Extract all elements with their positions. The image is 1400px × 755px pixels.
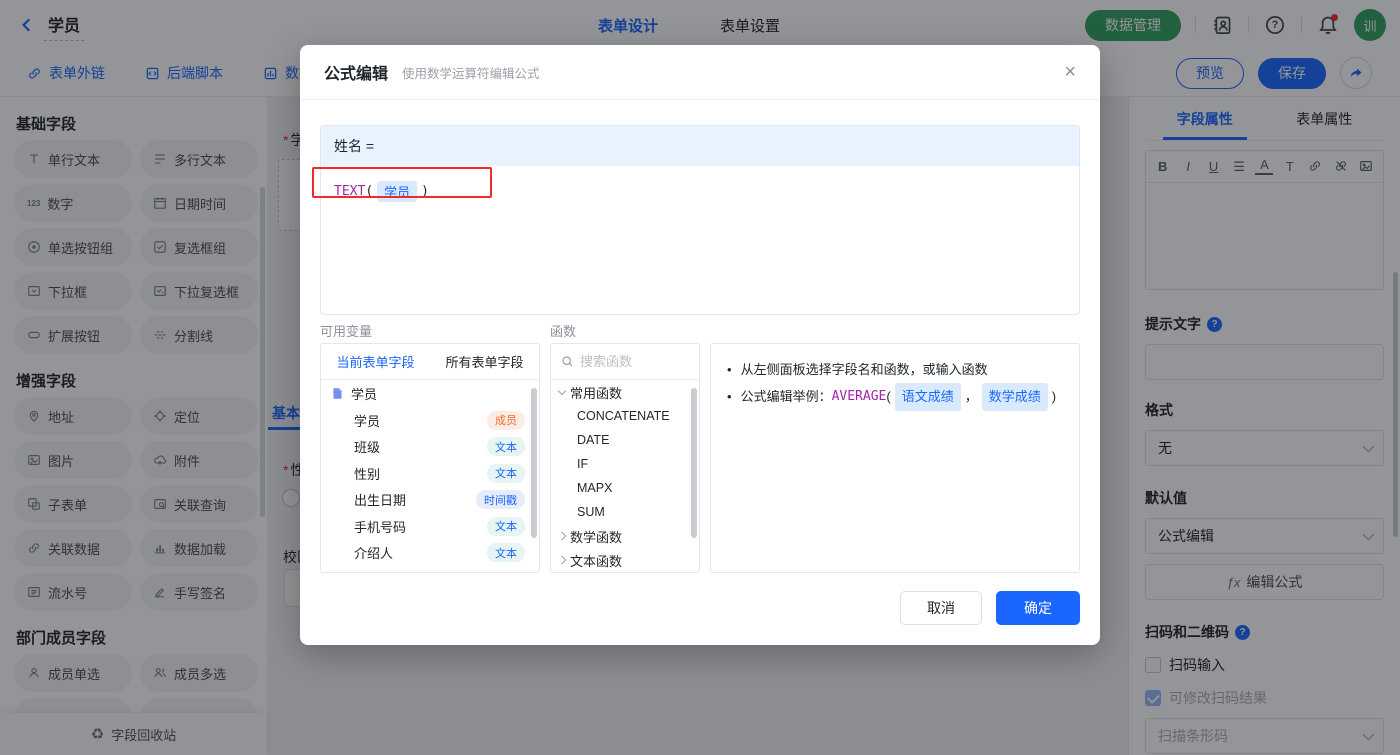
caret-right-icon xyxy=(557,531,567,541)
formula-variable-chip[interactable]: 学员 xyxy=(377,181,418,202)
help-panel: 从左侧面板选择字段名和函数，或输入函数 公式编辑举例： AVERAGE ( 语文… xyxy=(710,343,1080,573)
function-item[interactable]: CONCATENATE xyxy=(551,404,699,428)
close-paren: ) xyxy=(421,184,429,199)
cancel-button[interactable]: 取消 xyxy=(900,591,982,625)
tab-current-form-fields[interactable]: 当前表单字段 xyxy=(321,344,430,379)
functions-panel-label: 函数 xyxy=(550,324,577,339)
function-item[interactable]: SUM xyxy=(551,500,699,524)
caret-down-icon xyxy=(557,386,567,395)
function-item[interactable]: MAPX xyxy=(551,476,699,500)
modal-title: 公式编辑 xyxy=(324,66,389,83)
variables-scrollbar[interactable] xyxy=(531,388,537,538)
help-panel-spacer xyxy=(710,321,1080,341)
variable-row-phone[interactable]: 手机号码 文本 xyxy=(321,513,539,540)
variable-row-class[interactable]: 班级 文本 xyxy=(321,434,539,461)
app-window: 学员 表单设计 表单设置 数据管理 ? 训 表单外链 后端脚本 预览 保存 基础… xyxy=(0,0,1400,755)
modal-subtitle: 使用数学运算符编辑公式 xyxy=(402,66,540,81)
function-group-math[interactable]: 数学函数 xyxy=(551,524,699,548)
confirm-button[interactable]: 确定 xyxy=(996,591,1080,625)
tab-all-form-fields[interactable]: 所有表单字段 xyxy=(430,344,539,379)
help-line-2: 公式编辑举例： AVERAGE ( 语文成绩 ， 数学成绩 ) xyxy=(727,383,1063,411)
function-group-common[interactable]: 常用函数 xyxy=(551,380,699,404)
function-search-input[interactable] xyxy=(580,354,689,369)
formula-editor-modal: 公式编辑 使用数学运算符编辑公式 × 姓名 = TEXT ( 学员 ) 可用变量… xyxy=(300,45,1100,645)
formula-function-name: TEXT xyxy=(334,184,366,199)
variable-row-gender[interactable]: 性别 文本 xyxy=(321,460,539,487)
document-icon xyxy=(333,388,342,399)
formula-expression[interactable]: TEXT ( 学员 ) xyxy=(321,166,1079,217)
type-badge: 文本 xyxy=(487,437,525,457)
close-icon[interactable]: × xyxy=(1064,62,1076,82)
type-badge: 成员 xyxy=(487,410,525,430)
formula-editor-area[interactable]: 姓名 = TEXT ( 学员 ) xyxy=(320,125,1080,315)
function-search[interactable] xyxy=(551,344,699,380)
functions-panel: 常用函数 CONCATENATE DATE IF MAPX SUM 数学函数 文… xyxy=(550,343,700,573)
variable-row-student[interactable]: 学员 成员 xyxy=(321,407,539,434)
caret-right-icon xyxy=(557,555,567,565)
example-function-name: AVERAGE xyxy=(831,389,887,404)
variable-row-referrer[interactable]: 介绍人 文本 xyxy=(321,540,539,567)
function-item[interactable]: IF xyxy=(551,452,699,476)
example-variable-chip: 语文成绩 xyxy=(894,383,961,411)
type-badge: 文本 xyxy=(487,516,525,536)
help-line-1: 从左侧面板选择字段名和函数，或输入函数 xyxy=(727,357,1063,383)
type-badge: 时间戳 xyxy=(476,490,525,510)
function-item[interactable]: DATE xyxy=(551,428,699,452)
example-variable-chip: 数学成绩 xyxy=(981,383,1048,411)
variables-panel-label: 可用变量 xyxy=(320,324,373,339)
open-paren: ( xyxy=(365,184,374,199)
type-badge: 文本 xyxy=(487,543,525,563)
variables-panel: 当前表单字段 所有表单字段 学员 学员 成员 班级 文本 性别 文本 出生日期 时间戳 … xyxy=(320,343,540,573)
variable-row-birthdate[interactable]: 出生日期 时间戳 xyxy=(321,487,539,514)
function-group-text[interactable]: 文本函数 xyxy=(551,548,699,572)
search-icon xyxy=(562,356,573,367)
variables-tree-root[interactable]: 学员 xyxy=(321,380,539,407)
formula-target: 姓名 = xyxy=(321,126,1079,166)
functions-scrollbar[interactable] xyxy=(691,388,697,538)
type-badge: 文本 xyxy=(487,463,525,483)
